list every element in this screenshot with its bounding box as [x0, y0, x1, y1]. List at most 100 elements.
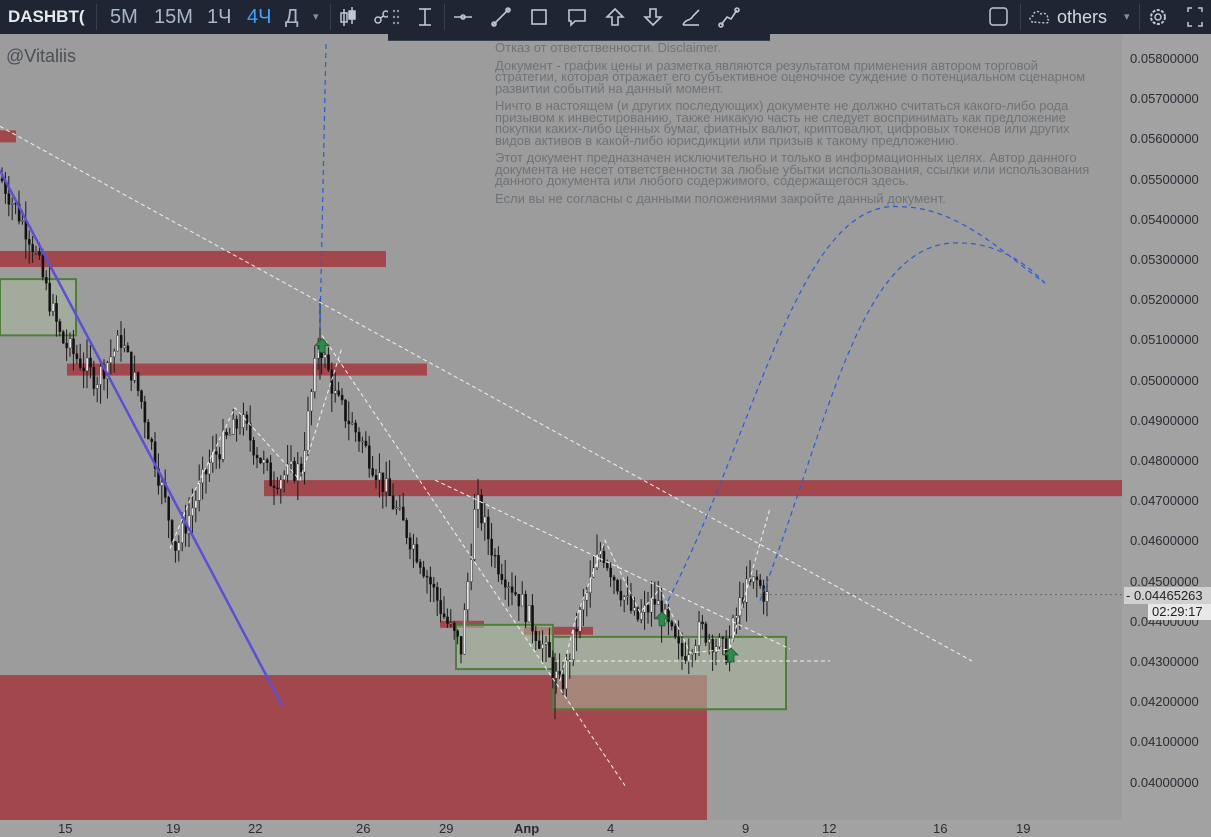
candle-body [136, 372, 140, 391]
candle-body [449, 622, 453, 625]
candle-body [626, 595, 629, 598]
candle-body [68, 338, 72, 349]
gear-icon[interactable] [1147, 0, 1169, 34]
candle-body [408, 537, 412, 550]
layout-name[interactable]: others [1057, 0, 1107, 34]
path-icon[interactable] [710, 0, 748, 34]
candle-body [259, 457, 262, 464]
candle-body [456, 630, 460, 637]
candle-body [340, 394, 344, 401]
candle-body [718, 637, 721, 647]
candle-body [555, 671, 558, 679]
candle-body [759, 579, 762, 586]
candle-body [510, 586, 514, 593]
arrow-up-icon [654, 611, 670, 627]
candle-body [504, 579, 507, 588]
callout-icon[interactable] [558, 0, 596, 34]
candle-body [334, 390, 337, 394]
cursor-line-icon[interactable] [406, 0, 444, 34]
candle-body [337, 390, 341, 396]
timeframe-1d[interactable]: Д [285, 0, 299, 34]
candle-body [211, 451, 215, 463]
toolbar-separator [96, 4, 97, 30]
candle-body [402, 506, 405, 521]
time-axis[interactable]: 15 19 22 26 29 Апр 4 9 12 16 19 [0, 820, 1211, 837]
candle-body [439, 600, 443, 614]
trend-line-icon[interactable] [482, 0, 520, 34]
fullscreen-icon[interactable] [1185, 0, 1205, 34]
candle-body [279, 479, 283, 490]
candle-body [255, 454, 259, 459]
resistance-zone [0, 250, 386, 268]
candle-body [653, 599, 657, 605]
arrow-down-icon[interactable] [634, 0, 672, 34]
y-tick-label: 0.05000000 [1130, 372, 1199, 388]
candle-body [10, 203, 14, 205]
symbol-label[interactable]: DASHBT( [8, 0, 85, 34]
candle-body [235, 418, 239, 429]
candle-body [524, 594, 527, 623]
candle-body [129, 351, 133, 381]
candle-body [490, 538, 494, 556]
candle-body [167, 497, 171, 521]
candle-body [616, 579, 619, 592]
candle-body [194, 500, 198, 509]
chevron-down-icon[interactable]: ▾ [313, 0, 319, 34]
candle-body [323, 354, 327, 358]
candle-body [459, 636, 463, 655]
candle-body [228, 433, 232, 436]
candle-body [517, 593, 521, 607]
candles-icon[interactable] [338, 0, 358, 34]
chevron-down-icon[interactable]: ▾ [1124, 0, 1130, 34]
x-tick-label: 12 [822, 821, 837, 836]
rectangle-icon[interactable] [520, 0, 558, 34]
brush-icon[interactable] [672, 0, 710, 34]
timeframe-15m[interactable]: 15M [154, 0, 193, 34]
y-tick-label: 0.05400000 [1130, 211, 1199, 227]
candle-body [500, 574, 504, 580]
candle-body [146, 422, 150, 440]
drag-handle-icon[interactable] [388, 0, 404, 34]
disclaimer-line: Если вы не согласны с данными положениям… [495, 190, 946, 206]
candle-body [541, 644, 544, 649]
timeframe-1h[interactable]: 1Ч [207, 0, 231, 34]
cloud-icon[interactable] [1027, 0, 1053, 34]
candle-body [119, 335, 123, 348]
candle-body [405, 520, 409, 538]
arrow-up-icon[interactable] [596, 0, 634, 34]
trend-line-blue [0, 169, 284, 706]
candle-body [21, 219, 24, 222]
candle-body [612, 576, 616, 581]
disclaimer-line: Этот документ предназначен исключительно… [495, 150, 1090, 188]
candle-body [497, 555, 500, 575]
candle-body [687, 654, 691, 661]
candle-body [65, 342, 68, 349]
candle-body [585, 592, 589, 601]
x-tick-label: 15 [58, 821, 73, 836]
square-icon[interactable] [988, 0, 1010, 34]
price-axis[interactable]: 0.05800000 0.05700000 0.05600000 0.05500000… [1122, 34, 1211, 820]
timeframe-5m[interactable]: 5M [110, 0, 138, 34]
candle-body [283, 474, 286, 481]
candle-body [289, 461, 293, 465]
candle-body [262, 459, 266, 464]
timeframe-4h[interactable]: 4Ч [247, 0, 271, 34]
candle-body [551, 656, 555, 679]
candle-body [191, 507, 194, 516]
candle-body [361, 440, 364, 443]
x-tick-label: 16 [933, 821, 948, 836]
candle-body [266, 459, 269, 464]
candle-body [78, 358, 82, 369]
candle-body [527, 605, 531, 623]
y-tick-label: 0.05600000 [1130, 131, 1199, 147]
candle-body [231, 418, 235, 435]
candle-body [269, 462, 273, 487]
candle-body [708, 639, 711, 643]
y-tick-label: 0.04000000 [1130, 774, 1199, 790]
candle-body [89, 357, 92, 368]
horizontal-line-icon[interactable] [444, 0, 482, 34]
candle-body [34, 251, 38, 253]
candle-body [629, 595, 633, 611]
candle-body [160, 482, 164, 486]
candle-body [453, 622, 456, 631]
